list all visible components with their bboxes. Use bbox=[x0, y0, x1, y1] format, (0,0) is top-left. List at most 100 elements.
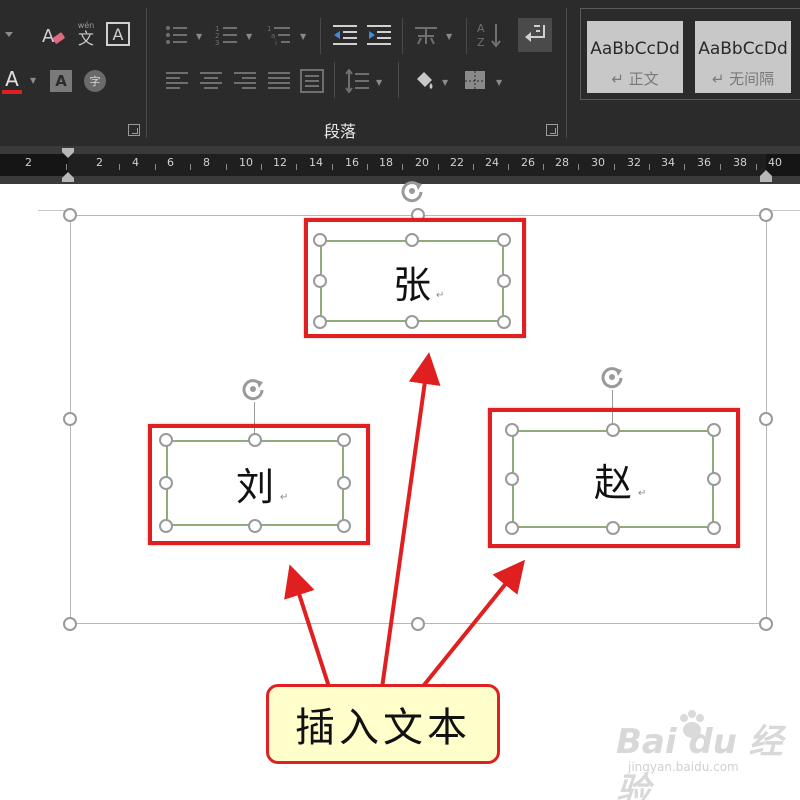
textbox-zhang[interactable]: 张 ↵ bbox=[320, 240, 504, 322]
ruler-tick-mark bbox=[720, 164, 721, 170]
resize-handle[interactable] bbox=[159, 519, 173, 533]
style-no-spacing[interactable]: AaBbCcDd ↵ 无间隔 bbox=[695, 21, 791, 93]
dropdown-arrow-icon[interactable] bbox=[0, 20, 18, 50]
increase-indent-button[interactable] bbox=[366, 22, 392, 48]
resize-handle[interactable] bbox=[159, 476, 173, 490]
numbering-dropdown-icon[interactable]: ▼ bbox=[246, 32, 252, 41]
decrease-indent-button[interactable] bbox=[332, 22, 358, 48]
rotate-handle-icon[interactable] bbox=[240, 376, 266, 402]
align-right-button[interactable] bbox=[232, 68, 258, 94]
multilevel-list-dropdown-icon[interactable]: ▼ bbox=[300, 32, 306, 41]
enclose-characters-button[interactable]: 字 bbox=[84, 70, 106, 92]
style-normal[interactable]: AaBbCcDd ↵ 正文 bbox=[587, 21, 683, 93]
right-indent-marker-icon[interactable] bbox=[758, 166, 774, 184]
ruler-tick-mark bbox=[155, 164, 156, 170]
borders-icon bbox=[465, 71, 485, 91]
distributed-button[interactable] bbox=[298, 66, 326, 96]
resize-handle[interactable] bbox=[405, 315, 419, 329]
resize-handle[interactable] bbox=[707, 472, 721, 486]
shading-dropdown-icon[interactable]: ▼ bbox=[442, 78, 448, 87]
font-color-dropdown-icon[interactable]: ▼ bbox=[30, 76, 36, 85]
resize-handle[interactable] bbox=[313, 274, 327, 288]
resize-handle[interactable] bbox=[606, 423, 620, 437]
indent-marker-icon[interactable] bbox=[60, 146, 76, 184]
ruler-tick-label: 28 bbox=[555, 156, 569, 169]
ruler-tick-mark bbox=[543, 164, 544, 170]
textbox-text[interactable]: 刘 bbox=[236, 456, 274, 511]
resize-handle[interactable] bbox=[337, 519, 351, 533]
resize-handle[interactable] bbox=[63, 208, 77, 222]
ruler-tick-mark bbox=[367, 164, 368, 170]
resize-handle[interactable] bbox=[411, 617, 425, 631]
resize-handle[interactable] bbox=[313, 233, 327, 247]
textbox-text[interactable]: 张 bbox=[393, 254, 431, 309]
button-separator bbox=[466, 18, 467, 54]
resize-handle[interactable] bbox=[505, 521, 519, 535]
align-left-button[interactable] bbox=[164, 68, 190, 94]
resize-handle[interactable] bbox=[497, 274, 511, 288]
align-center-button[interactable] bbox=[198, 68, 224, 94]
rotate-handle-icon[interactable] bbox=[599, 364, 625, 390]
ruler-tick-label: 16 bbox=[345, 156, 359, 169]
chinese-layout-dropdown-icon[interactable]: ▼ bbox=[446, 32, 452, 41]
character-border-button[interactable]: A bbox=[106, 22, 130, 46]
rotate-handle-icon[interactable] bbox=[399, 178, 425, 204]
justify-button[interactable] bbox=[266, 68, 292, 94]
ruler-tick-mark bbox=[402, 164, 403, 170]
resize-handle[interactable] bbox=[707, 423, 721, 437]
resize-handle[interactable] bbox=[759, 617, 773, 631]
resize-handle[interactable] bbox=[337, 433, 351, 447]
ruler-tick-label: 10 bbox=[239, 156, 253, 169]
resize-handle[interactable] bbox=[707, 521, 721, 535]
resize-handle[interactable] bbox=[248, 433, 262, 447]
distributed-icon bbox=[300, 69, 324, 93]
paragraph-dialog-launcher[interactable] bbox=[546, 124, 558, 136]
resize-handle[interactable] bbox=[505, 423, 519, 437]
font-color-button[interactable]: A bbox=[0, 64, 24, 98]
chinese-layout-button[interactable] bbox=[412, 22, 440, 48]
bullets-button[interactable] bbox=[164, 22, 190, 48]
resize-handle[interactable] bbox=[497, 233, 511, 247]
clear-formatting-button[interactable]: A bbox=[38, 20, 68, 50]
show-formatting-marks-button[interactable] bbox=[518, 18, 552, 52]
align-left-icon bbox=[166, 72, 188, 89]
ruler-tick-label: 8 bbox=[203, 156, 210, 169]
ruler-tick-label: 6 bbox=[167, 156, 174, 169]
baidu-jingyan-watermark: Bai du 经验 jingyan.baidu.com bbox=[612, 708, 792, 800]
resize-handle[interactable] bbox=[159, 433, 173, 447]
shading-button[interactable] bbox=[410, 66, 436, 96]
resize-handle[interactable] bbox=[759, 208, 773, 222]
line-spacing-dropdown-icon[interactable]: ▼ bbox=[376, 78, 382, 87]
resize-handle[interactable] bbox=[405, 233, 419, 247]
font-dialog-launcher[interactable] bbox=[128, 124, 140, 136]
ruler-tick-label: 4 bbox=[132, 156, 139, 169]
svg-text:Z: Z bbox=[477, 36, 485, 49]
textbox-text[interactable]: 赵 bbox=[594, 452, 632, 507]
ruler-tick-mark bbox=[473, 164, 474, 170]
bullets-dropdown-icon[interactable]: ▼ bbox=[196, 32, 202, 41]
resize-handle[interactable] bbox=[313, 315, 327, 329]
resize-handle[interactable] bbox=[63, 412, 77, 426]
enclose-characters-icon: 字 bbox=[89, 75, 101, 88]
resize-handle[interactable] bbox=[63, 617, 77, 631]
resize-handle[interactable] bbox=[248, 519, 262, 533]
resize-handle[interactable] bbox=[759, 412, 773, 426]
borders-dropdown-icon[interactable]: ▼ bbox=[496, 78, 502, 87]
resize-handle[interactable] bbox=[497, 315, 511, 329]
line-spacing-button[interactable] bbox=[344, 66, 370, 96]
resize-handle[interactable] bbox=[606, 521, 620, 535]
multilevel-list-button[interactable]: 1 a i bbox=[266, 22, 294, 48]
sort-button[interactable]: A Z bbox=[476, 20, 504, 50]
align-right-icon bbox=[234, 72, 256, 89]
textbox-zhao[interactable]: 赵 ↵ bbox=[512, 430, 714, 528]
button-separator bbox=[334, 62, 335, 98]
resize-handle[interactable] bbox=[505, 472, 519, 486]
textbox-liu[interactable]: 刘 ↵ bbox=[166, 440, 344, 526]
character-shading-button[interactable]: A bbox=[50, 70, 72, 92]
resize-handle[interactable] bbox=[337, 476, 351, 490]
ruler-tick-mark bbox=[649, 164, 650, 170]
numbering-button[interactable]: 1 2 3 bbox=[214, 22, 240, 48]
ruler-tick-label: 18 bbox=[379, 156, 393, 169]
phonetic-guide-button[interactable]: wén 文 bbox=[72, 20, 100, 50]
borders-button[interactable] bbox=[462, 68, 488, 94]
